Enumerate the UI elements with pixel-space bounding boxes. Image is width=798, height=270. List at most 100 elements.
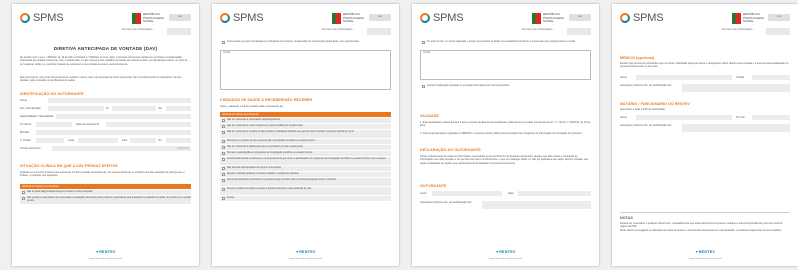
notary-signature-field[interactable]: [682, 124, 790, 132]
outorgante-number-label: Número de Outorgante: [122, 27, 153, 31]
care-option[interactable]: Receber medidas paliativas, incluindo se…: [220, 172, 391, 177]
document-page-2: SPMS REPÚBLICA PORTUGUESA SAÚDE SNS Númer…: [212, 4, 399, 266]
gov-logo: REPÚBLICA PORTUGUESA SAÚDE: [532, 13, 564, 24]
outorgante-number-field[interactable]: [567, 28, 591, 35]
outorgante-number-label: Número de Outorgante: [322, 27, 353, 31]
clinical-option[interactable]: Não ter ideia diagnosticada doença incur…: [20, 190, 191, 195]
care-text: Assim, manifesto a minha vontade clara e…: [220, 105, 284, 108]
care-option[interactable]: Não ser submetido a meios invasivos de s…: [220, 124, 391, 129]
section-clinical: SITUAÇÃO CLÍNICA EM QUE A DAV PRODUZ EFE…: [20, 164, 118, 168]
care-option[interactable]: Autorizar/Administrar os fármacos e os p…: [220, 157, 391, 165]
page-header: SPMS REPÚBLICA PORTUGUESA SAÚDE SNS: [20, 12, 191, 28]
option-item[interactable]: Intervenções que sejam tecnologias ou pr…: [220, 40, 391, 48]
care-option[interactable]: Participar em estudos de fase experiment…: [220, 139, 391, 144]
care-option[interactable]: Recusar a participação em programas de i…: [220, 151, 391, 156]
option-item[interactable]: Outras considerações pessoais ou eventua…: [420, 84, 591, 89]
country-field[interactable]: [130, 138, 156, 143]
doctor-text: Declaro que prestei as explicações que m…: [620, 62, 789, 69]
spms-logo-icon: [20, 13, 30, 23]
checkbox[interactable]: [222, 173, 225, 176]
phone-field[interactable]: [166, 138, 191, 143]
email-field[interactable]: [52, 146, 191, 151]
checkbox[interactable]: [222, 158, 225, 161]
name-field[interactable]: [48, 98, 191, 103]
gov-logo: REPÚBLICA PORTUGUESA SAÚDE: [732, 13, 764, 24]
doc-number-field[interactable]: [112, 106, 156, 111]
gov-logo: REPÚBLICA PORTUGUESA SAÚDE: [332, 13, 364, 24]
spms-logo: SPMS: [220, 12, 264, 24]
page-title: DIRETIVA ANTECIPADA DE VONTADE (DAV): [53, 46, 158, 51]
document-page-1: SPMS REPÚBLICA PORTUGUESA SAÚDE SNS Númer…: [12, 4, 199, 266]
section-care: CUIDADOS DE SAÚDE A RECEBER/NÃO RECEBER: [220, 98, 313, 102]
intro-text: De acordo com a Lei n.º 25/2012, de 16 d…: [20, 56, 189, 66]
spms-logo: SPMS: [420, 12, 464, 24]
intro-note: Este documento, que preencherá depois de…: [20, 76, 182, 83]
outorgante-number-field[interactable]: [766, 28, 790, 35]
outorgante-number-label: Número de Outorgante: [722, 27, 753, 31]
doctor-signature-field[interactable]: [682, 84, 790, 92]
doc-validity-field[interactable]: [166, 106, 191, 111]
doctor-name-field[interactable]: [636, 75, 732, 80]
flag-icon: [732, 13, 741, 24]
flag-icon: [332, 13, 341, 24]
checkbox[interactable]: [222, 197, 225, 200]
checkbox[interactable]: [22, 191, 25, 194]
spms-logo-icon: [220, 13, 230, 23]
checkbox[interactable]: [222, 179, 225, 182]
flag-icon: [132, 13, 141, 24]
postal-code-field[interactable]: [36, 138, 64, 143]
care-option[interactable]: Não ser submetido a tratamentos que se e…: [220, 145, 391, 150]
checkbox[interactable]: [222, 188, 225, 191]
note-item: Poderá ser necessário o qualquer documen…: [620, 222, 783, 229]
clinical-option[interactable]: Não existirem expectativas de recuperaçã…: [20, 196, 191, 204]
rentev-footer-logo: ▼RENTEV Registo Nacional de Testamento Vi…: [688, 249, 722, 261]
checkbox[interactable]: [222, 119, 225, 122]
spms-logo: SPMS: [20, 12, 64, 24]
date-field[interactable]: [518, 191, 591, 196]
checkbox[interactable]: [222, 167, 225, 170]
rentev-footer-logo: ▼RENTEV Registo Nacional de Testamento Vi…: [88, 249, 123, 261]
checkbox[interactable]: [222, 125, 225, 128]
section-declaration: DECLARAÇÃO DO OUTORGANTE: [420, 148, 481, 152]
care-option[interactable]: Não ser submetido a reanimação cardiorre…: [220, 118, 391, 123]
options-bar: (assinale as opções que pretende): [220, 112, 391, 117]
declaration-text: Tendo conhecimento de todas as informaçõ…: [420, 155, 589, 165]
options-bar: (assinale as opções que pretende): [20, 184, 191, 189]
care-option[interactable]: Não ser submetido a medidas de alimentaç…: [220, 130, 391, 138]
section-notary: NOTÁRIO / FUNCIONÁRIO DO RENTEV: [620, 102, 690, 106]
notary-name-field[interactable]: [636, 115, 732, 120]
other-textarea[interactable]: Outras:: [420, 50, 591, 80]
outorgante-number-label: Número de Outorgante: [522, 27, 553, 31]
outorgante-number-field[interactable]: [367, 28, 391, 35]
checkbox[interactable]: [22, 197, 25, 200]
utente-field[interactable]: [36, 122, 72, 127]
signature-field[interactable]: [482, 201, 591, 209]
care-option[interactable]: Outras: [220, 196, 391, 201]
local-field[interactable]: [432, 191, 502, 196]
care-option[interactable]: Receber assistência religiosa quando a d…: [220, 187, 391, 195]
nationality-field[interactable]: [56, 114, 191, 119]
checkbox[interactable]: [422, 85, 425, 88]
care-option[interactable]: Não autorizar administração de sangue ou…: [220, 166, 391, 171]
address-field[interactable]: [36, 130, 191, 135]
care-option[interactable]: Serem administrados os fármacos necessár…: [220, 178, 391, 186]
checkbox[interactable]: [222, 140, 225, 143]
outorgante-number-field[interactable]: [167, 28, 191, 35]
checkbox[interactable]: [422, 41, 425, 44]
doc-field[interactable]: [48, 106, 104, 111]
locality-field[interactable]: [78, 138, 118, 143]
notary-code-field[interactable]: [752, 115, 790, 120]
other-textarea[interactable]: Outras:: [220, 50, 391, 90]
sns-logo: SNS: [569, 14, 591, 21]
checkbox[interactable]: [222, 152, 225, 155]
page-header: SPMS REPÚBLICA PORTUGUESA SAÚDE SNS: [420, 12, 591, 28]
doctor-cedula-field[interactable]: [752, 75, 790, 80]
section-doctor: MÉDICO (opcional): [620, 56, 655, 60]
flag-icon: [532, 13, 541, 24]
page-header: SPMS REPÚBLICA PORTUGUESA SAÚDE SNS: [220, 12, 391, 28]
option-item[interactable]: Ter junto de mim, em tempo adequado e se…: [420, 40, 591, 48]
checkbox[interactable]: [222, 41, 225, 44]
birth-date-field[interactable]: [106, 122, 191, 127]
checkbox[interactable]: [222, 146, 225, 149]
checkbox[interactable]: [222, 131, 225, 134]
